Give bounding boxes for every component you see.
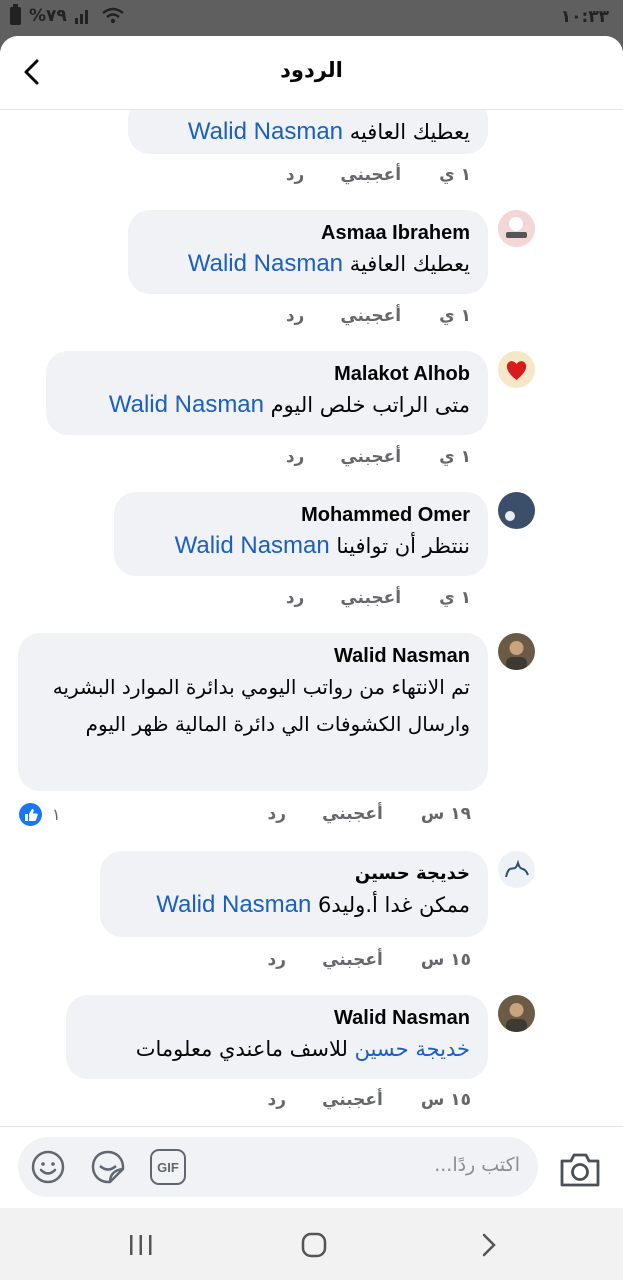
night-sky-avatar-icon <box>498 492 535 529</box>
header: الردود <box>0 36 623 110</box>
gif-label: GIF <box>157 1159 179 1175</box>
like-button[interactable]: أعجبني <box>340 165 401 185</box>
like-button[interactable]: أعجبني <box>322 1090 383 1110</box>
sticker-icon[interactable] <box>90 1149 126 1185</box>
like-button[interactable]: أعجبني <box>340 588 401 608</box>
clock: ١٠:٣٣ <box>560 7 609 27</box>
calligraphy-avatar-icon <box>498 851 535 888</box>
like-button[interactable]: أعجبني <box>340 306 401 326</box>
reply-button[interactable]: رد <box>268 1090 287 1110</box>
comment-author[interactable]: Malakot Alhob <box>64 361 470 387</box>
comment-actions: ١ ي أعجبني رد <box>286 447 471 467</box>
mention-link[interactable]: Walid Nasman <box>109 391 264 418</box>
mention-link[interactable]: Walid Nasman <box>175 532 330 559</box>
comment-text: متى الراتب خلص اليوم Walid Nasman <box>108 391 470 418</box>
status-bar: %٧٩ ١٠:٣٣ <box>0 0 623 34</box>
comment-time: ١ ي <box>439 165 471 185</box>
avatar[interactable] <box>498 492 535 529</box>
avatar[interactable] <box>498 633 535 670</box>
system-nav-bar <box>0 1208 623 1280</box>
reply-button[interactable]: رد <box>286 447 305 467</box>
replies-sheet: الردود يعطيك العافيه Walid Nasman ١ ي أعج… <box>0 36 623 1208</box>
comment-text: خديجة حسين للاسف ماعندي معلومات <box>135 1037 470 1061</box>
camera-icon[interactable] <box>558 1149 602 1189</box>
reaction-summary[interactable]: ١ <box>19 803 61 826</box>
comment-actions: ١٩ س أعجبني رد <box>268 804 471 824</box>
comment-actions: ١ ي أعجبني رد <box>286 588 471 608</box>
comment-time: ١ ي <box>439 306 471 326</box>
battery-level: %٧٩ <box>29 6 67 26</box>
comment-thread: يعطيك العافيه Walid Nasman ١ ي أعجبني رد A… <box>0 110 623 1126</box>
avatar-image-icon <box>498 210 535 247</box>
comment-time: ١ ي <box>439 588 471 608</box>
avatar[interactable] <box>498 351 535 388</box>
recent-apps-icon[interactable] <box>126 1230 156 1260</box>
comment-author[interactable]: Walid Nasman <box>36 643 470 669</box>
reply-button[interactable]: رد <box>286 588 305 608</box>
comment-actions: ١٥ س أعجبني رد <box>268 950 471 970</box>
comment-time: ١٥ س <box>420 1090 471 1110</box>
home-icon[interactable] <box>299 1230 329 1260</box>
gif-button[interactable]: GIF <box>150 1149 186 1185</box>
comment-bubble[interactable]: خديجة حسين ممكن غدا أ.وليد6 Walid Nasman <box>100 851 488 937</box>
comment-text: يعطيك العافية Walid Nasman <box>187 250 470 277</box>
comment-text: ننتظر أن توافينا Walid Nasman <box>174 532 470 559</box>
like-button[interactable]: أعجبني <box>340 447 401 467</box>
comment-time: ١٥ س <box>420 950 471 970</box>
signal-icon <box>74 10 88 24</box>
comment-author[interactable]: Walid Nasman <box>84 1005 470 1031</box>
reply-button[interactable]: رد <box>286 306 305 326</box>
reply-placeholder: اكتب ردًا... <box>434 1154 520 1176</box>
battery-icon <box>10 4 21 25</box>
like-button[interactable]: أعجبني <box>322 804 383 824</box>
person-photo-avatar-icon <box>498 633 535 670</box>
reply-button[interactable]: رد <box>268 804 287 824</box>
reply-button[interactable]: رد <box>268 950 287 970</box>
comment-bubble[interactable]: يعطيك العافيه Walid Nasman <box>128 110 488 154</box>
comment-bubble[interactable]: Malakot Alhob متى الراتب خلص اليوم Walid… <box>46 351 488 435</box>
mention-link[interactable]: Walid Nasman <box>188 118 343 145</box>
comment-actions: ١ ي أعجبني رد <box>286 306 471 326</box>
comment-bubble[interactable]: Mohammed Omer ننتظر أن توافينا Walid Nas… <box>114 492 488 576</box>
comment-actions: ١٥ س أعجبني رد <box>268 1090 471 1110</box>
mention-link[interactable]: Walid Nasman <box>156 891 311 918</box>
comment-actions: ١ ي أعجبني رد <box>286 165 471 185</box>
wifi-icon <box>102 7 124 24</box>
mention-link[interactable]: خديجة حسين <box>355 1037 470 1061</box>
emoji-icon[interactable] <box>30 1149 66 1185</box>
back-icon[interactable] <box>474 1230 504 1260</box>
avatar[interactable] <box>498 995 535 1032</box>
like-button[interactable]: أعجبني <box>322 950 383 970</box>
comment-time: ١٩ س <box>420 804 471 824</box>
comment-bubble[interactable]: Walid Nasman تم الانتهاء من رواتب اليومي… <box>18 633 488 791</box>
comment-text: ممكن غدا أ.وليد6 Walid Nasman <box>156 891 470 918</box>
comment-time: ١ ي <box>439 447 471 467</box>
status-icons: %٧٩ <box>10 4 125 26</box>
heart-avatar-icon <box>498 351 535 388</box>
comment-bubble[interactable]: Walid Nasman خديجة حسين للاسف ماعندي معل… <box>66 995 488 1079</box>
comment-text: يعطيك العافيه Walid Nasman <box>187 118 470 145</box>
mention-link[interactable]: Walid Nasman <box>188 250 343 277</box>
person-photo-avatar-icon <box>498 995 535 1032</box>
reply-button[interactable]: رد <box>286 165 305 185</box>
comment-bubble[interactable]: Asmaa Ibrahem يعطيك العافية Walid Nasman <box>128 210 488 294</box>
page-title: الردود <box>280 58 343 82</box>
reply-input[interactable]: GIF اكتب ردًا... <box>18 1137 538 1197</box>
comment-author[interactable]: Mohammed Omer <box>132 502 470 528</box>
reply-composer: GIF اكتب ردًا... <box>0 1126 623 1208</box>
thumbs-up-icon <box>19 803 42 826</box>
avatar[interactable] <box>498 210 535 247</box>
avatar[interactable] <box>498 851 535 888</box>
comment-text: تم الانتهاء من رواتب اليومي بدائرة الموا… <box>52 675 470 736</box>
comment-author[interactable]: خديجة حسين <box>118 861 470 887</box>
reaction-count: ١ <box>52 805 61 824</box>
comment-author[interactable]: Asmaa Ibrahem <box>146 220 470 246</box>
